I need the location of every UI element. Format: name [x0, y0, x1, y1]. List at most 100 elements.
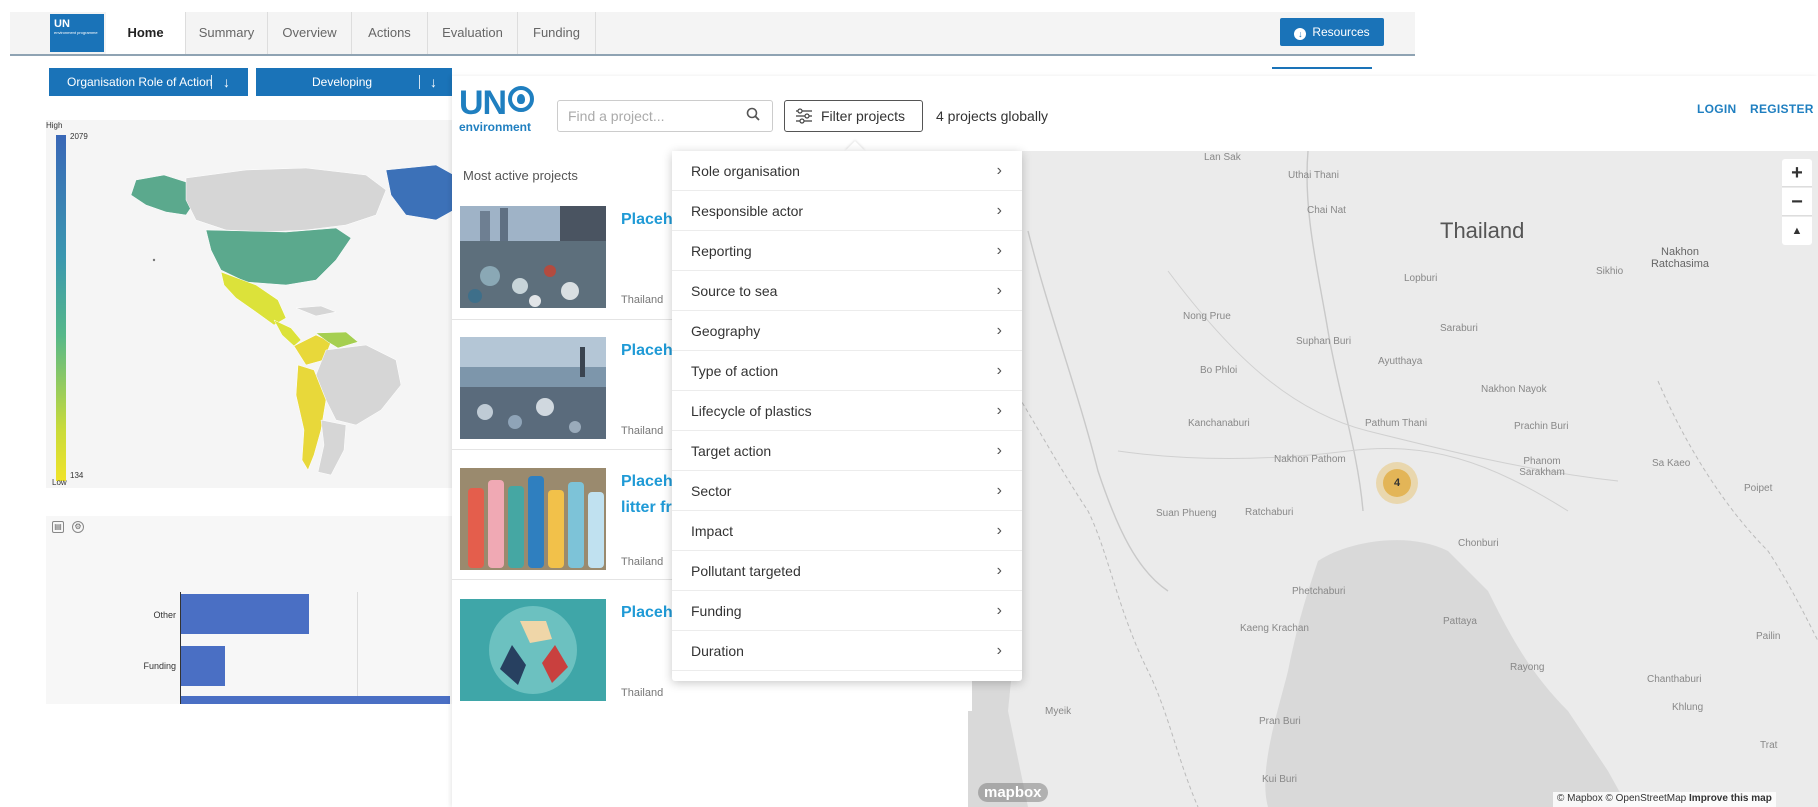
map-label: Chanthaburi [1647, 674, 1702, 685]
filter-menu-item[interactable]: Geography › [672, 311, 1022, 351]
zoom-out-button[interactable]: − [1782, 188, 1812, 216]
resources-underline [1272, 67, 1372, 69]
search-input[interactable] [557, 100, 773, 132]
map-label: Sa Kaeo [1652, 458, 1691, 469]
map-country-label: Thailand [1440, 218, 1525, 243]
zoom-in-button[interactable]: + [1782, 159, 1812, 187]
filter-menu-item[interactable]: Target action › [672, 431, 1022, 471]
map-label: Suphan Buri [1296, 336, 1352, 347]
tab-summary[interactable]: Summary [186, 12, 268, 54]
logo-environment-text: environment [459, 120, 532, 134]
map-label: Kui Buri [1262, 774, 1298, 785]
filter-menu-item-label: Reporting [691, 243, 752, 259]
project-title[interactable]: Placeh litter fr [621, 469, 673, 521]
chevron-right-icon: › [996, 642, 1002, 659]
world-map-svg [130, 164, 455, 476]
map-label: Rayong [1510, 662, 1545, 673]
filter-menu-item[interactable]: Impact › [672, 511, 1022, 551]
filter-projects-button[interactable]: Filter projects [784, 100, 923, 132]
settings-icon[interactable]: ⚙ [72, 521, 84, 533]
filter-menu-item[interactable]: Pollutant targeted › [672, 551, 1022, 591]
tab-actions[interactable]: Actions [352, 12, 428, 54]
document-icon[interactable]: ▤ [52, 521, 64, 533]
chevron-right-icon: › [996, 442, 1002, 459]
map-label: Chonburi [1458, 538, 1499, 549]
compass-icon: ▲ [1791, 225, 1803, 237]
map-label: Phanom Sarakham [1519, 456, 1565, 478]
map-label: Nong Prue [1183, 311, 1231, 322]
filter-menu-caret [845, 141, 865, 151]
filter-menu-item[interactable]: Funding › [672, 591, 1022, 631]
tab-overview[interactable]: Overview [268, 12, 352, 54]
chevron-right-icon: › [996, 282, 1002, 299]
resources-label: Resources [1312, 25, 1370, 39]
project-thumbnail[interactable] [460, 206, 606, 308]
map-label: Lan Sak [1204, 152, 1241, 163]
map-label: Kaeng Krachan [1240, 623, 1309, 634]
mapbox-logo[interactable]: mapbox [978, 783, 1048, 802]
project-country: Thailand [621, 425, 664, 437]
unep-logo[interactable]: UN environment programme [50, 14, 104, 52]
filter-menu-item-label: Lifecycle of plastics [691, 403, 812, 419]
compass-button[interactable]: ▲ [1782, 217, 1812, 245]
filter-menu-item-label: Responsible actor [691, 203, 804, 219]
organisation-role-select[interactable]: Organisation Role of Action ↓ [49, 68, 248, 96]
tab-home[interactable]: Home [106, 12, 186, 54]
resources-button[interactable]: ↓ Resources [1280, 18, 1384, 46]
chevron-right-icon: › [996, 482, 1002, 499]
login-link[interactable]: LOGIN [1697, 102, 1737, 116]
attribution-text[interactable]: © Mapbox © OpenStreetMap [1557, 793, 1686, 804]
select-separator [211, 75, 212, 89]
project-title[interactable]: Placeh [621, 600, 673, 626]
project-thumbnail[interactable] [460, 468, 606, 570]
filter-menu-item[interactable]: Duration › [672, 631, 1022, 671]
map-label: Nakhon Ratchasima [1650, 246, 1710, 270]
legend-low-value: 134 [70, 471, 84, 480]
bar-funding [181, 646, 225, 686]
legend-high-value: 2079 [70, 132, 88, 141]
improve-map-link[interactable]: Improve this map [1689, 793, 1772, 804]
unep-logo-text: UN [54, 18, 70, 30]
project-thumbnail[interactable] [460, 599, 606, 701]
developing-select[interactable]: Developing ↓ [256, 68, 452, 96]
project-title[interactable]: Placeh [621, 207, 673, 233]
tab-funding[interactable]: Funding [518, 12, 596, 54]
filter-menu-item[interactable]: Responsible actor › [672, 191, 1022, 231]
filter-menu-item[interactable]: Role organisation › [672, 151, 1022, 191]
filter-menu-item[interactable]: Reporting › [672, 231, 1022, 271]
filter-menu-item[interactable]: Source to sea › [672, 271, 1022, 311]
register-link[interactable]: REGISTER [1750, 102, 1814, 116]
bar-gridline [357, 592, 358, 704]
map-label: Suan Phueng [1156, 508, 1217, 519]
project-title-line2[interactable]: litter fr [621, 499, 672, 516]
map-label: Chai Nat [1307, 205, 1346, 216]
chevron-right-icon: › [996, 322, 1002, 339]
map-region-argentina [317, 419, 347, 476]
project-photo-recycle [460, 599, 606, 701]
project-count: 4 projects globally [936, 108, 1049, 124]
un-environment-logo[interactable]: UN environment [459, 86, 539, 138]
project-photo-plastic-river [460, 206, 606, 308]
legend-low-label: Low [52, 478, 67, 487]
map-label: Trat [1760, 740, 1778, 751]
project-photo-beach-waste [460, 337, 606, 439]
project-country: Thailand [621, 294, 664, 306]
tab-evaluation[interactable]: Evaluation [428, 12, 518, 54]
filter-menu-item[interactable]: Type of action › [672, 351, 1022, 391]
filter-menu-item[interactable]: Lifecycle of plastics › [672, 391, 1022, 431]
project-cluster-marker[interactable]: 4 [1376, 462, 1418, 504]
project-title-line1[interactable]: Placeh [621, 473, 673, 490]
chevron-right-icon: › [996, 362, 1002, 379]
map-label: Kanchanaburi [1188, 418, 1250, 429]
most-active-heading: Most active projects [463, 168, 578, 183]
map-label: Nakhon Pathom [1274, 454, 1346, 465]
chevron-right-icon: › [996, 402, 1002, 419]
project-thumbnail[interactable] [460, 337, 606, 439]
color-scale-legend [56, 135, 66, 481]
project-title[interactable]: Placeh [621, 338, 673, 364]
filter-menu-item-label: Pollutant targeted [691, 563, 801, 579]
map-label: Uthai Thani [1288, 170, 1339, 181]
search-icon[interactable] [746, 107, 760, 121]
filter-menu-item[interactable]: Sector › [672, 471, 1022, 511]
project-photo-water-bottles [460, 468, 606, 570]
